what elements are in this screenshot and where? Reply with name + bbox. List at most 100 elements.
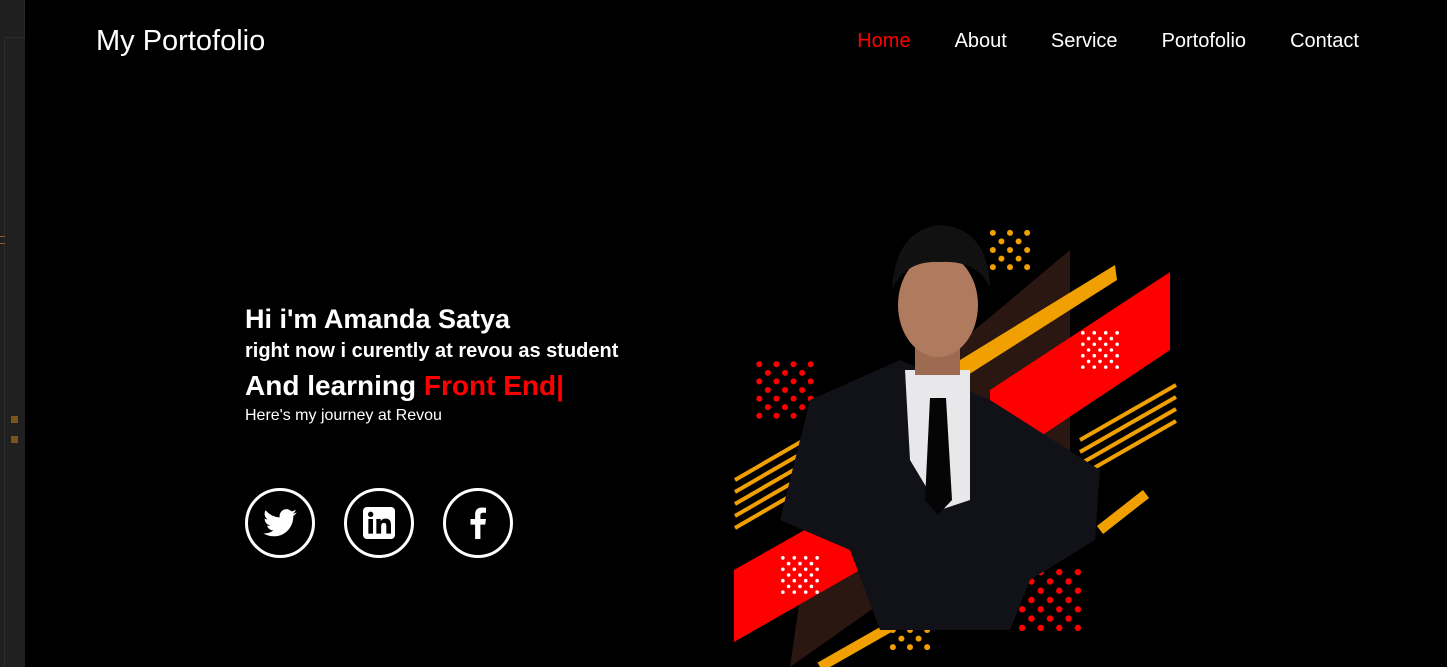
- dot: [1018, 624, 1026, 632]
- dot: [799, 387, 806, 393]
- dot: [1081, 342, 1085, 347]
- facebook-button[interactable]: [443, 488, 513, 558]
- dot: [1098, 359, 1102, 364]
- dot: [798, 573, 802, 577]
- dot: [1092, 342, 1097, 347]
- linkedin-button[interactable]: [344, 488, 414, 558]
- dot: [803, 567, 808, 572]
- twitter-icon: [263, 509, 297, 537]
- dot: [807, 378, 814, 385]
- dot: [790, 361, 797, 368]
- dot: [764, 387, 771, 393]
- dot: [782, 369, 788, 376]
- dot: [786, 584, 791, 589]
- dot: [799, 404, 806, 411]
- dot: [773, 361, 780, 368]
- dot: [781, 590, 785, 594]
- dot: [1086, 359, 1091, 364]
- dot: [792, 556, 797, 560]
- marker-square: [11, 436, 18, 443]
- main-nav: Home About Service Portofolio Contact: [857, 30, 1359, 53]
- marker-line: [0, 236, 5, 237]
- dot: [924, 644, 931, 651]
- dot: [1081, 365, 1085, 369]
- dot: [781, 556, 785, 560]
- dot: [1103, 365, 1108, 369]
- dot: [815, 590, 819, 594]
- dot: [1115, 342, 1119, 347]
- dot: [815, 556, 819, 560]
- dot: [1065, 596, 1072, 604]
- editor-gutter: [4, 37, 25, 667]
- nav-contact[interactable]: Contact: [1290, 30, 1359, 53]
- dot: [809, 561, 814, 566]
- dot: [1115, 331, 1119, 335]
- dot: [1081, 353, 1085, 358]
- dot: [1046, 596, 1054, 604]
- dot: [1074, 624, 1082, 632]
- dot: [1086, 336, 1091, 341]
- dot: [1098, 348, 1102, 352]
- dot: [1074, 587, 1082, 594]
- marker-line: [0, 243, 5, 244]
- dot: [998, 238, 1005, 245]
- dot: [998, 255, 1005, 262]
- dot: [781, 567, 785, 572]
- twitter-button[interactable]: [245, 488, 315, 558]
- dot: [1092, 331, 1097, 335]
- dot: [889, 644, 896, 651]
- nav-about[interactable]: About: [955, 30, 1007, 53]
- nav-service[interactable]: Service: [1051, 30, 1118, 53]
- nav-portofolio[interactable]: Portofolio: [1162, 30, 1247, 53]
- dot: [1028, 596, 1035, 604]
- dot: [809, 573, 814, 577]
- dot: [1092, 365, 1097, 369]
- dot: [815, 567, 819, 572]
- dot: [907, 644, 913, 651]
- dot: [781, 578, 785, 583]
- journey-text: Here's my journey at Revou: [245, 407, 442, 424]
- social-links: [245, 488, 513, 558]
- dot: [782, 387, 788, 393]
- dot: [1007, 247, 1013, 253]
- dot: [764, 369, 771, 376]
- dot: [803, 556, 808, 560]
- dot: [1065, 578, 1072, 585]
- dot: [1046, 578, 1054, 585]
- linkedin-icon: [363, 507, 395, 539]
- dot: [1103, 353, 1108, 358]
- dot: [782, 404, 788, 411]
- site-logo[interactable]: My Portofolio: [96, 25, 265, 58]
- dot: [773, 395, 780, 402]
- dot: [809, 584, 814, 589]
- marker-square: [11, 416, 18, 423]
- dot: [792, 590, 797, 594]
- dot: [1007, 264, 1013, 271]
- editor-side-panel: [0, 0, 25, 667]
- learning-highlight: Front End|: [423, 370, 564, 401]
- dot: [1018, 606, 1026, 613]
- dot: [1109, 336, 1114, 341]
- learning-prefix: And learning: [245, 370, 417, 401]
- hero-text: Hi i'm Amanda Satya right now i curently…: [245, 302, 618, 426]
- dot: [773, 412, 780, 419]
- dot: [1103, 331, 1108, 335]
- dot: [1092, 353, 1097, 358]
- face: [898, 253, 978, 357]
- dot: [764, 404, 771, 411]
- dot: [1056, 587, 1063, 594]
- dot: [915, 635, 922, 642]
- dot: [798, 584, 802, 589]
- dot: [790, 395, 797, 402]
- dot: [773, 378, 780, 385]
- nav-home[interactable]: Home: [857, 30, 910, 53]
- dot: [1065, 615, 1072, 622]
- dot: [756, 412, 763, 419]
- dot: [807, 361, 814, 368]
- dot: [1098, 336, 1102, 341]
- dot: [790, 412, 797, 419]
- dot: [898, 635, 905, 642]
- dot: [786, 561, 791, 566]
- dot: [1037, 606, 1044, 613]
- dot: [1028, 615, 1035, 622]
